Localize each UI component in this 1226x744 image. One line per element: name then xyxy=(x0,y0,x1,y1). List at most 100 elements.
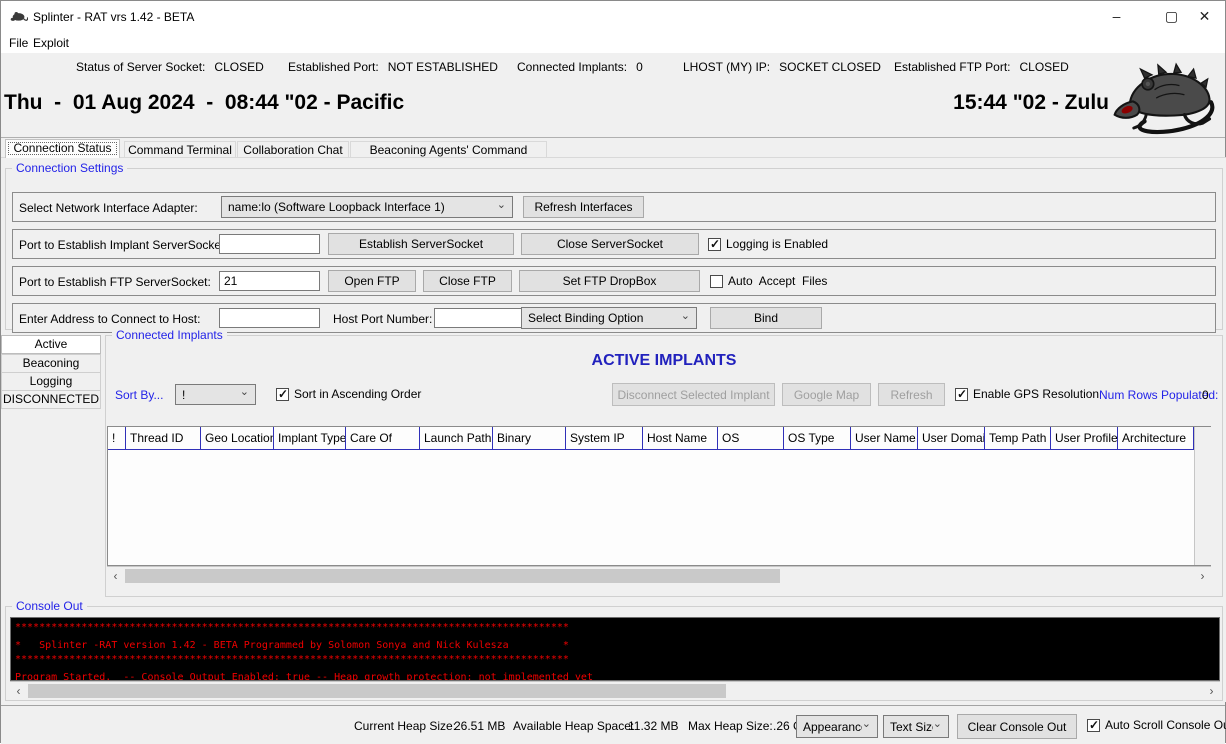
tab-collaboration-chat[interactable]: Collaboration Chat xyxy=(237,141,349,158)
column-header[interactable]: Host Name xyxy=(643,427,718,449)
sort-by-combo[interactable]: ! xyxy=(175,384,256,405)
status-label: Connected Implants: xyxy=(517,60,627,74)
implant-socket-row: Port to Establish Implant ServerSocket: … xyxy=(12,229,1216,259)
checkbox-check-icon xyxy=(708,238,721,251)
console-out-title: Console Out xyxy=(12,599,87,613)
column-header[interactable]: ! xyxy=(108,427,126,449)
chevron-down-icon xyxy=(933,720,942,733)
implants-table: ! Thread ID Geo Location Implant Type Ca… xyxy=(107,426,1211,566)
column-header[interactable]: Thread ID xyxy=(126,427,201,449)
console-line: * Splinter -RAT version 1.42 - BETA Prog… xyxy=(15,639,1215,653)
auto-accept-files-label: Auto Accept Files xyxy=(728,274,827,288)
google-map-button[interactable]: Google Map xyxy=(782,383,871,406)
scroll-right-icon[interactable]: › xyxy=(1203,682,1220,700)
minimize-button[interactable]: – xyxy=(1094,1,1139,32)
lhost-ip-status: LHOST (MY) IP: SOCKET CLOSED xyxy=(683,60,881,74)
host-port-label: Host Port Number: xyxy=(333,312,432,326)
console-horizontal-scrollbar[interactable]: ‹ › xyxy=(10,681,1220,700)
chevron-down-icon xyxy=(240,388,249,401)
connection-settings-group: Connection Settings Select Network Inter… xyxy=(5,168,1223,330)
adapter-combo[interactable]: name:lo (Software Loopback Interface 1) xyxy=(221,196,513,218)
auto-scroll-checkbox[interactable]: Auto Scroll Console Out xyxy=(1087,718,1226,732)
table-horizontal-scrollbar[interactable]: ‹ › xyxy=(107,566,1211,585)
adapter-label: Select Network Interface Adapter: xyxy=(19,201,198,215)
column-header[interactable]: User Profile xyxy=(1051,427,1118,449)
console-line: ****************************************… xyxy=(15,653,1215,667)
scroll-left-icon[interactable]: ‹ xyxy=(107,567,124,585)
status-label: Status of Server Socket: xyxy=(76,60,205,74)
ftp-port-input[interactable] xyxy=(219,271,320,291)
num-rows-label: Num Rows Populated: xyxy=(1099,388,1218,402)
checkbox-check-icon xyxy=(955,388,968,401)
establish-serversocket-button[interactable]: Establish ServerSocket xyxy=(328,233,514,255)
tab-command-terminal[interactable]: Command Terminal xyxy=(124,141,236,158)
scroll-right-icon[interactable]: › xyxy=(1194,567,1211,585)
bind-button[interactable]: Bind xyxy=(710,307,822,329)
menu-bar: File Exploit xyxy=(1,32,1225,53)
close-button[interactable]: ✕ xyxy=(1182,1,1226,32)
tab-beaconing-terminal[interactable]: Beaconing Agents' Command Terminal xyxy=(350,141,547,158)
console-output[interactable]: ****************************************… xyxy=(10,617,1220,681)
column-header[interactable]: User Name xyxy=(851,427,918,449)
column-header[interactable]: User Domain xyxy=(918,427,985,449)
column-header[interactable]: Temp Path xyxy=(985,427,1051,449)
appearance-combo[interactable]: Appearance xyxy=(796,715,878,738)
column-header[interactable]: Care Of xyxy=(346,427,420,449)
status-value: CLOSED xyxy=(1020,60,1069,74)
host-address-label: Enter Address to Connect to Host: xyxy=(19,312,200,326)
clear-console-button[interactable]: Clear Console Out xyxy=(957,714,1077,739)
binding-option-combo[interactable]: Select Binding Option xyxy=(521,307,697,329)
bottom-bar: Current Heap Size: 26.51 MB Available He… xyxy=(1,705,1225,744)
column-header[interactable]: System IP xyxy=(566,427,643,449)
scroll-left-icon[interactable]: ‹ xyxy=(10,682,27,700)
close-serversocket-button[interactable]: Close ServerSocket xyxy=(521,233,699,255)
implant-tab-beaconing[interactable]: Beaconing xyxy=(1,354,101,373)
text-size-combo[interactable]: Text Size xyxy=(883,715,949,738)
column-header[interactable]: OS xyxy=(718,427,784,449)
column-header[interactable]: Geo Location xyxy=(201,427,274,449)
table-vertical-scrollbar[interactable] xyxy=(1194,427,1211,565)
refresh-button[interactable]: Refresh xyxy=(878,383,945,406)
column-header[interactable]: Launch Path xyxy=(420,427,493,449)
current-heap-label: Current Heap Size: xyxy=(354,719,456,733)
server-socket-status: Status of Server Socket: CLOSED xyxy=(76,60,264,74)
implant-tab-logging[interactable]: Logging xyxy=(1,372,101,391)
implant-port-label: Port to Establish Implant ServerSocket: xyxy=(19,238,228,252)
connected-implants-group: Connected Implants ACTIVE IMPLANTS Sort … xyxy=(105,335,1223,597)
status-strip: Status of Server Socket: CLOSED Establis… xyxy=(1,53,1225,138)
column-header[interactable]: Architecture xyxy=(1118,427,1194,449)
implant-tab-active[interactable]: Active xyxy=(1,335,101,354)
column-header[interactable]: Binary xyxy=(493,427,566,449)
tab-connection-status[interactable]: Connection Status xyxy=(5,139,120,158)
ftp-port-label: Port to Establish FTP ServerSocket: xyxy=(19,275,211,289)
sort-ascending-checkbox[interactable]: Sort in Ascending Order xyxy=(276,387,421,401)
menu-exploit[interactable]: Exploit xyxy=(29,35,73,51)
established-port-status: Established Port: NOT ESTABLISHED xyxy=(288,60,498,74)
implants-table-body xyxy=(108,450,1193,565)
implant-port-input[interactable] xyxy=(219,234,320,254)
logging-enabled-checkbox[interactable]: Logging is Enabled xyxy=(708,237,828,251)
close-ftp-button[interactable]: Close FTP xyxy=(423,270,512,292)
disconnect-implant-button[interactable]: Disconnect Selected Implant xyxy=(612,383,775,406)
set-ftp-dropbox-button[interactable]: Set FTP DropBox xyxy=(519,270,700,292)
connected-implants-status: Connected Implants: 0 xyxy=(517,60,643,74)
implant-tab-disconnected[interactable]: DISCONNECTED xyxy=(1,390,101,409)
column-header[interactable]: OS Type xyxy=(784,427,851,449)
console-line: Program Started. -- Console Output Enabl… xyxy=(15,671,1215,681)
refresh-interfaces-button[interactable]: Refresh Interfaces xyxy=(523,196,644,218)
column-header[interactable]: Implant Type xyxy=(274,427,346,449)
max-heap-label: Max Heap Size: xyxy=(688,719,773,733)
gps-resolution-label: Enable GPS Resolution xyxy=(973,387,1099,401)
checkbox-check-icon xyxy=(1087,719,1100,732)
scrollbar-thumb[interactable] xyxy=(28,684,726,698)
connected-implants-title: Connected Implants xyxy=(112,328,227,342)
app-window: Splinter - RAT vrs 1.42 - BETA – ▢ ✕ Fil… xyxy=(0,0,1226,743)
host-address-input[interactable] xyxy=(219,308,320,328)
open-ftp-button[interactable]: Open FTP xyxy=(328,270,416,292)
auto-accept-files-checkbox[interactable]: Auto Accept Files xyxy=(710,274,827,288)
status-label: Established FTP Port: xyxy=(894,60,1011,74)
app-rat-icon xyxy=(10,9,28,23)
scrollbar-thumb[interactable] xyxy=(125,569,780,583)
gps-resolution-checkbox[interactable]: Enable GPS Resolution xyxy=(955,387,1099,401)
host-port-input[interactable] xyxy=(434,308,531,328)
